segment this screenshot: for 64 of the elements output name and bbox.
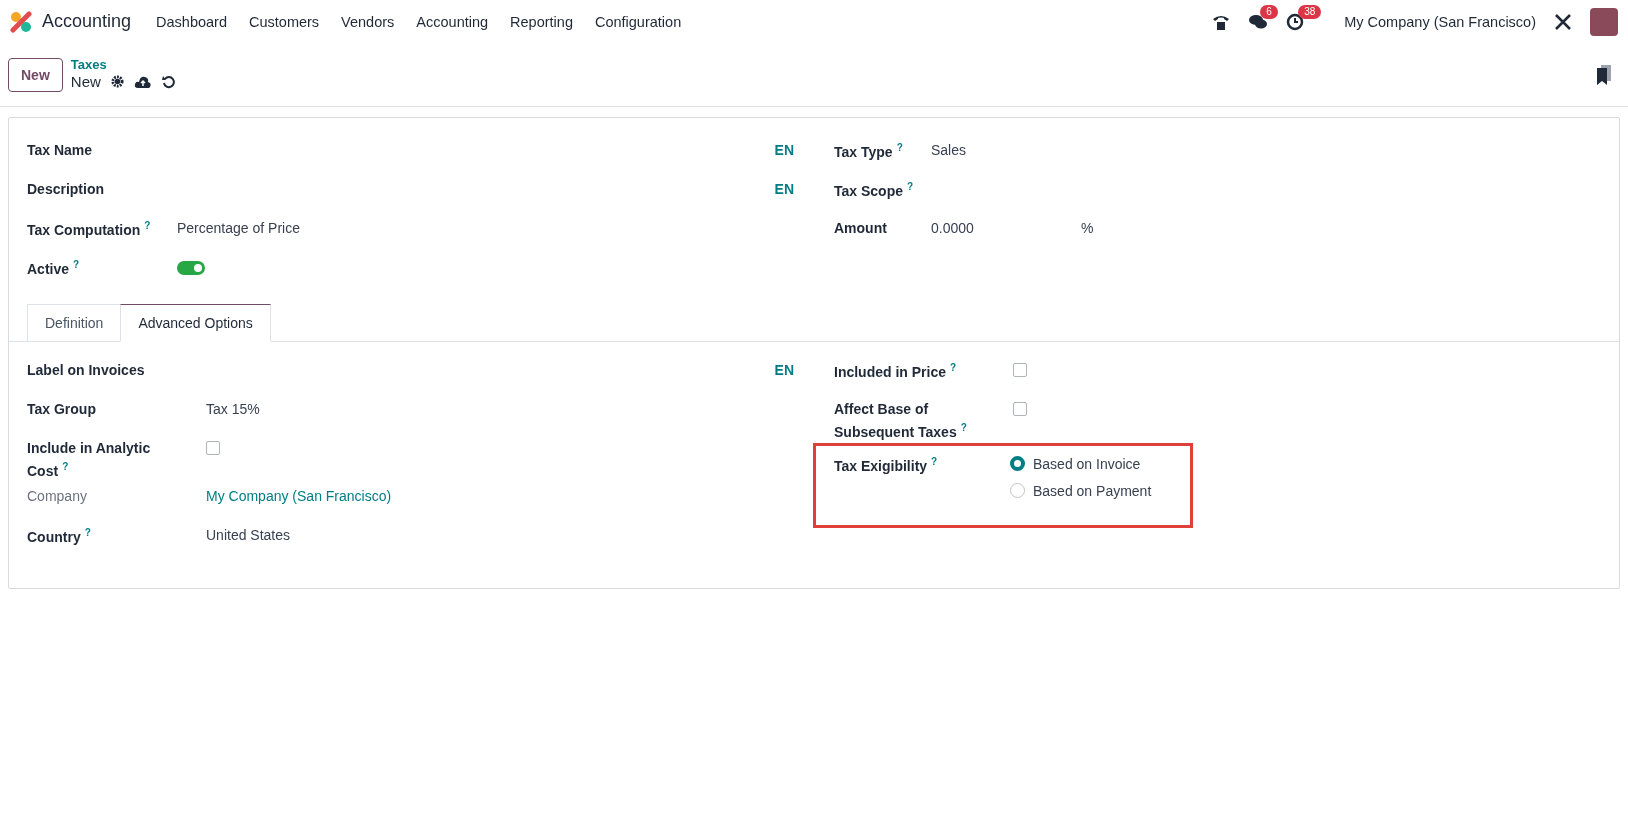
help-mark[interactable]: ? bbox=[896, 142, 903, 153]
bookmark-icon[interactable] bbox=[1596, 64, 1612, 85]
field-value[interactable]: Tax 15% bbox=[206, 399, 794, 420]
clock-icon[interactable] bbox=[1286, 12, 1305, 31]
user-avatar[interactable] bbox=[1590, 7, 1618, 36]
field-value[interactable]: Sales bbox=[931, 140, 1601, 161]
field-label: Description bbox=[27, 180, 105, 199]
tab[interactable]: Definition bbox=[27, 304, 121, 342]
help-mark[interactable]: ? bbox=[960, 422, 967, 433]
radio-button[interactable] bbox=[1010, 456, 1025, 472]
field-label: Tax Computation $^{?}$ bbox=[27, 219, 152, 240]
menu-item[interactable]: Vendors bbox=[330, 13, 406, 30]
help-mark[interactable]: ? bbox=[84, 526, 91, 538]
language-button[interactable]: EN bbox=[774, 360, 794, 381]
field-label: Include in Analytic Cost $^{?}$ bbox=[27, 439, 152, 481]
field-label: Tax Exigibility $^{?}$ bbox=[834, 454, 939, 476]
language-button[interactable]: EN bbox=[774, 140, 794, 161]
toggle-switch[interactable] bbox=[177, 261, 205, 275]
menu-item[interactable]: Configuration bbox=[583, 13, 693, 30]
checkbox[interactable] bbox=[206, 441, 220, 455]
new-button[interactable]: New bbox=[8, 57, 63, 92]
radio-label[interactable]: Based on Payment bbox=[1033, 482, 1152, 499]
field-value[interactable]: Percentage of Price bbox=[177, 218, 794, 239]
checkbox[interactable] bbox=[1013, 402, 1027, 416]
undo-icon[interactable] bbox=[161, 74, 176, 89]
field-label: Label on Invoices bbox=[27, 361, 146, 380]
company-switcher[interactable]: My Company (San Francisco) bbox=[1344, 13, 1536, 30]
settings-icon[interactable] bbox=[110, 75, 124, 89]
menu-item[interactable]: Dashboard bbox=[145, 13, 238, 30]
menu-item[interactable]: Accounting bbox=[405, 13, 500, 30]
field-label: Included in Price $^{?}$ bbox=[834, 361, 958, 382]
cloud-upload-icon[interactable] bbox=[133, 74, 152, 89]
notification-badge: 38 bbox=[1298, 4, 1322, 19]
language-button[interactable]: EN bbox=[774, 179, 794, 200]
field-label: Tax Type $^{?}$ bbox=[834, 141, 904, 162]
field-label: Tax Scope $^{?}$ bbox=[834, 180, 915, 201]
radio-button[interactable] bbox=[1010, 483, 1025, 499]
help-mark[interactable]: ? bbox=[73, 259, 80, 270]
help-mark[interactable]: ? bbox=[931, 455, 938, 467]
help-mark[interactable]: ? bbox=[950, 362, 957, 373]
menu-item[interactable]: Reporting bbox=[499, 13, 584, 30]
tab[interactable]: Advanced Options bbox=[120, 304, 271, 342]
field-label: Company bbox=[27, 486, 88, 506]
field-label: Country $^{?}$ bbox=[27, 525, 92, 547]
field-label: Tax Group bbox=[27, 400, 97, 419]
field-value[interactable]: 0.0000 bbox=[931, 218, 1081, 239]
field-label: Active $^{?}$ bbox=[27, 258, 81, 279]
radio-label[interactable]: Based on Invoice bbox=[1033, 455, 1141, 472]
app-logo-icon[interactable] bbox=[10, 10, 32, 33]
help-mark[interactable]: ? bbox=[62, 461, 69, 472]
breadcrumb-link[interactable]: Taxes bbox=[70, 58, 176, 74]
field-label: Affect Base of Subsequent Taxes $^{?}$ bbox=[834, 400, 968, 442]
app-name[interactable]: Accounting bbox=[42, 11, 132, 32]
unit-label: % bbox=[1081, 219, 1094, 238]
notification-badge: 6 bbox=[1260, 4, 1278, 19]
checkbox[interactable] bbox=[1013, 363, 1027, 377]
field-link[interactable]: My Company (San Francisco) bbox=[206, 487, 392, 504]
record-name: New bbox=[70, 73, 101, 91]
field-value[interactable]: United States bbox=[206, 524, 794, 546]
help-mark[interactable]: ? bbox=[907, 181, 914, 192]
field-label: Tax Name bbox=[27, 141, 94, 160]
menu-item[interactable]: Customers bbox=[238, 13, 331, 30]
field-label: Amount bbox=[834, 219, 888, 238]
help-mark[interactable]: ? bbox=[144, 220, 151, 231]
